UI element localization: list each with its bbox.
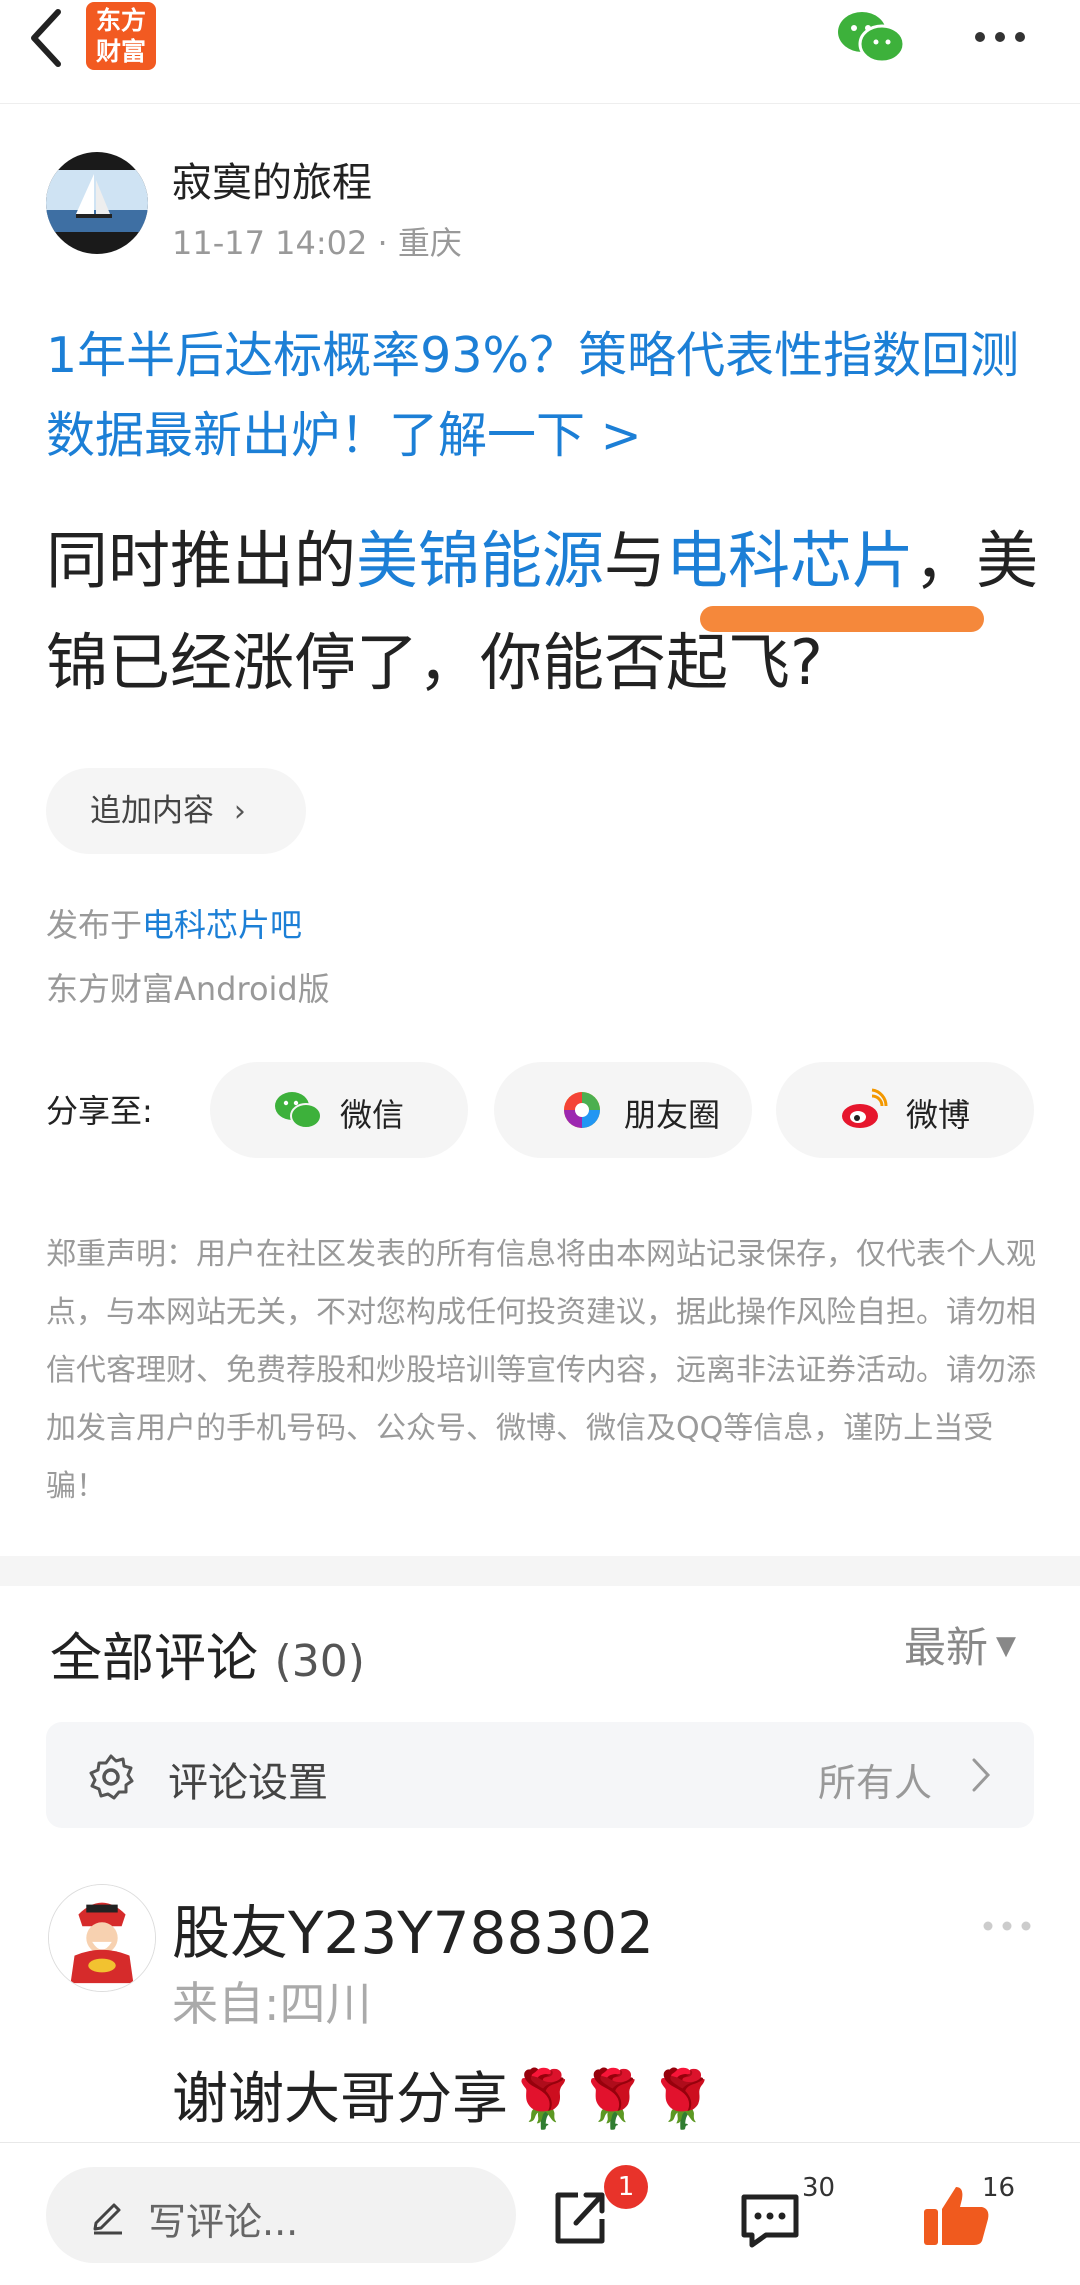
title-text: 同时推出的 [46,524,357,597]
comment-text: 谢谢大哥分享🌹🌹🌹 [172,2067,718,2132]
comment-count: 30 [802,2173,836,2203]
commenter-name[interactable]: 股友Y23Y788302 [172,1886,654,1970]
chevron-right-icon: › [233,794,246,829]
post-meta: 11-17 14:02 · 重庆 [172,218,462,264]
top-bar: 东方 财富 [0,0,1080,104]
author-avatar[interactable] [46,152,148,254]
share-badge: 1 [604,2165,648,2209]
bottom-action-bar: 写评论... 1 30 16 [0,2142,1080,2285]
comment-settings-value: 所有人 [818,1761,933,1805]
share-moments-label: 朋友圈 [624,1096,721,1134]
comment-icon[interactable] [738,2189,802,2249]
comment-settings-row[interactable]: 评论设置 所有人 [46,1722,1034,1828]
share-wechat-label: 微信 [340,1096,405,1134]
sort-dropdown[interactable]: 最新 ▼ [904,1614,1016,1675]
commenter-avatar[interactable] [48,1884,156,1992]
title-text: 与 [604,524,667,597]
comments-count: (30) [274,1636,365,1687]
share-weibo-button[interactable]: 微博 [776,1062,1034,1158]
highlight-underline [700,606,984,632]
more-horizontal-icon[interactable] [980,1916,1034,1936]
gear-icon [89,1754,134,1800]
comments-title-text: 全部评论 [50,1629,259,1689]
sort-label: 最新 [904,1623,989,1672]
post-location: · 重庆 [377,224,462,262]
share-moments-button[interactable]: 朋友圈 [494,1062,752,1158]
posted-prefix: 发布于 [46,906,143,944]
commenter-location: 来自:四川 [172,1977,372,2031]
client-info: 东方财富Android版 [46,970,330,1008]
comments-title: 全部评论 (30) [50,1616,365,1691]
append-label: 追加内容 [90,793,214,829]
post-time: 11-17 14:02 [172,224,368,262]
share-icon[interactable] [548,2185,612,2249]
append-content-button[interactable]: 追加内容 › [46,768,306,854]
like-count: 16 [982,2173,1016,2203]
share-label: 分享至: [46,1092,153,1130]
forum-link[interactable]: 电科芯片吧 [142,906,302,944]
author-name[interactable]: 寂寞的旅程 [172,150,372,208]
weibo-icon [842,1088,888,1128]
posted-in: 发布于电科芯片吧 [46,900,302,946]
section-divider [0,1556,1080,1586]
write-comment-input[interactable]: 写评论... [46,2167,516,2263]
caret-down-icon: ▼ [996,1631,1017,1661]
chevron-left-icon[interactable] [20,4,80,72]
stock-link-dianke[interactable]: 电科芯片 [666,524,914,597]
wechat-icon[interactable] [836,8,906,66]
more-horizontal-icon[interactable] [970,22,1030,52]
comment-settings-label: 评论设置 [168,1760,328,1806]
chevron-right-icon [972,1758,991,1792]
disclaimer: 郑重声明：用户在社区发表的所有信息将由本网站记录保存，仅代表个人观点，与本网站无… [46,1237,1036,1504]
compose-placeholder: 写评论... [148,2200,299,2244]
share-weibo-label: 微博 [906,1096,971,1134]
moments-icon [564,1092,600,1128]
promo-link[interactable]: 1年半后达标概率93%？策略代表性指数回测数据最新出炉！了解一下 > [46,316,1036,476]
stock-link-meijin[interactable]: 美锦能源 [356,524,604,597]
pencil-icon [93,2203,122,2235]
wechat-icon [275,1092,322,1129]
share-wechat-button[interactable]: 微信 [210,1062,468,1158]
app-logo: 东方 财富 [86,2,156,70]
